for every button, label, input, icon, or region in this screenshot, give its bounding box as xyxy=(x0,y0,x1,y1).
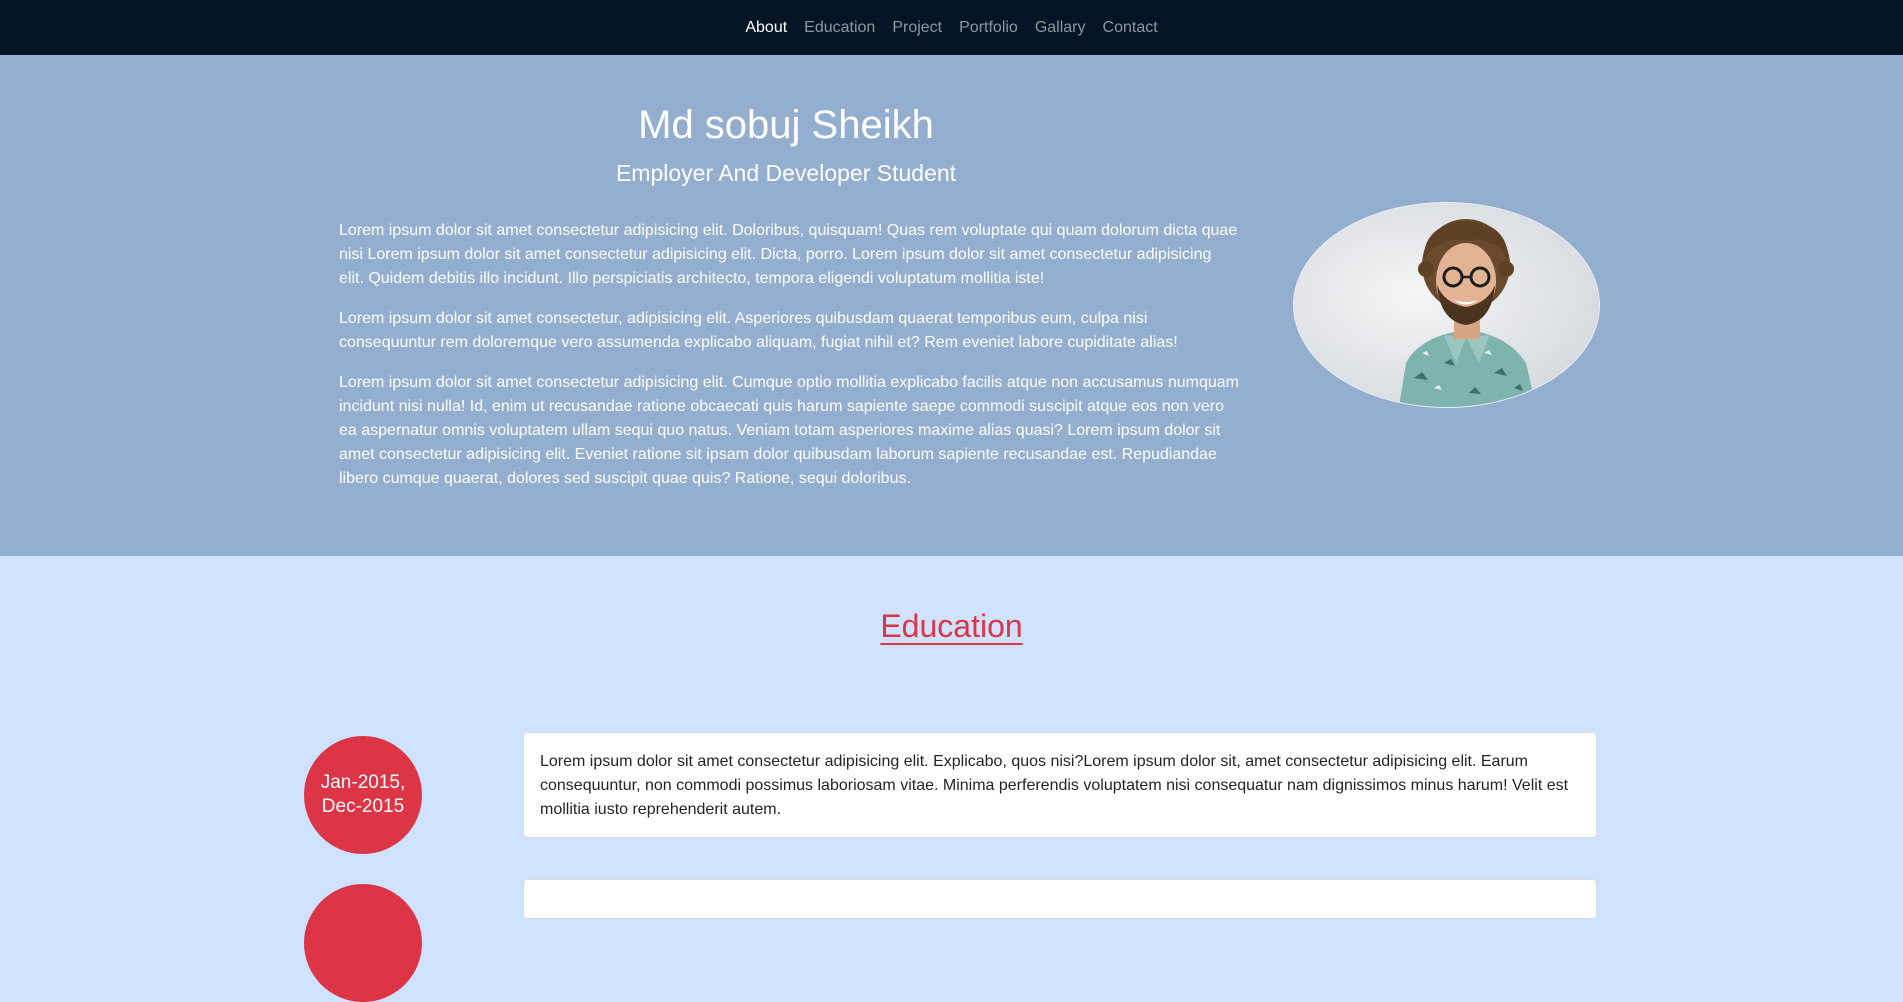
timeline-date-badge xyxy=(304,884,422,1002)
about-paragraph: Lorem ipsum dolor sit amet consectetur a… xyxy=(339,374,1239,487)
nav-link-portfolio[interactable]: Portfolio xyxy=(959,19,1018,37)
nav-link-project[interactable]: Project xyxy=(892,19,942,37)
timeline-date-badge: Jan-2015, Dec-2015 xyxy=(304,736,422,854)
timeline-date-end: Dec-2015 xyxy=(321,796,405,817)
nav-link-gallary[interactable]: Gallary xyxy=(1035,19,1086,37)
about-section: Md sobuj Sheikh Employer And Developer S… xyxy=(0,55,1903,556)
profile-subtitle: Employer And Developer Student xyxy=(615,160,957,186)
about-paragraph: Lorem ipsum dolor sit amet consectetur a… xyxy=(339,222,1238,287)
education-card-text: Lorem ipsum dolor sit amet consectetur a… xyxy=(540,753,1569,818)
profile-name: Md sobuj Sheikh xyxy=(638,103,934,147)
nav-link-education[interactable]: Education xyxy=(804,19,875,37)
education-section: Education Jan-2015, Dec-2015 Lorem ipsum… xyxy=(0,556,1903,1002)
education-card xyxy=(523,879,1597,919)
person-illustration xyxy=(1399,219,1536,407)
about-paragraph: Lorem ipsum dolor sit amet consectetur, … xyxy=(339,310,1178,351)
timeline-date-start: Jan-2015, xyxy=(320,772,406,793)
top-navbar: About Education Project Portfolio Gallar… xyxy=(0,0,1903,55)
education-card: Lorem ipsum dolor sit amet consectetur a… xyxy=(523,732,1597,838)
education-heading: Education xyxy=(880,608,1023,644)
profile-photo xyxy=(1293,202,1600,408)
nav-link-about[interactable]: About xyxy=(745,19,787,37)
nav-link-contact[interactable]: Contact xyxy=(1103,19,1158,37)
about-text: Lorem ipsum dolor sit amet consectetur a… xyxy=(339,219,1239,507)
